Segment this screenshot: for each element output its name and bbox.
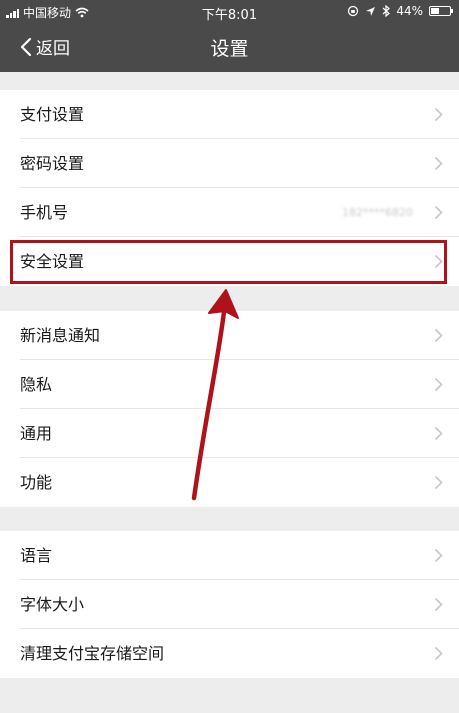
- status-bar: 中国移动 下午8:01 44%: [0, 0, 459, 23]
- settings-item-general[interactable]: 通用: [0, 409, 459, 458]
- chevron-right-icon: [434, 548, 443, 563]
- chevron-right-icon: [434, 328, 443, 343]
- status-right: 44%: [347, 4, 453, 18]
- settings-page: 中国移动 下午8:01 44% 返回 设置 支付设置 密码设置 手机号 182*…: [0, 0, 459, 713]
- location-icon: [366, 6, 376, 16]
- battery-icon: [429, 6, 453, 16]
- settings-item-notifications[interactable]: 新消息通知: [0, 311, 459, 360]
- settings-item-privacy[interactable]: 隐私: [0, 360, 459, 409]
- settings-group-general: 新消息通知 隐私 通用 功能: [0, 311, 459, 507]
- chevron-right-icon: [434, 107, 443, 122]
- chevron-right-icon: [434, 597, 443, 612]
- chevron-right-icon: [434, 205, 443, 220]
- settings-item-label: 通用: [20, 424, 53, 443]
- settings-item-label: 新消息通知: [20, 326, 101, 345]
- settings-item-label: 手机号: [20, 203, 69, 222]
- settings-item-phone[interactable]: 手机号 182****6820: [0, 188, 459, 237]
- settings-item-label: 字体大小: [20, 595, 85, 614]
- settings-group-display: 语言 字体大小 清理支付宝存储空间: [0, 531, 459, 678]
- settings-item-label: 清理支付宝存储空间: [20, 644, 165, 663]
- settings-item-label: 语言: [20, 546, 53, 565]
- settings-item-font-size[interactable]: 字体大小: [0, 580, 459, 629]
- nav-bar: 返回 设置: [0, 22, 459, 72]
- bluetooth-icon: [382, 5, 391, 17]
- settings-item-language[interactable]: 语言: [0, 531, 459, 580]
- orientation-lock-icon: [348, 5, 359, 17]
- settings-item-features[interactable]: 功能: [0, 458, 459, 507]
- settings-item-label: 功能: [20, 473, 53, 492]
- header: 中国移动 下午8:01 44% 返回 设置: [0, 0, 459, 72]
- page-title: 设置: [210, 38, 249, 60]
- settings-item-password[interactable]: 密码设置: [0, 139, 459, 188]
- highlight-box: [10, 240, 447, 284]
- settings-item-label: 密码设置: [20, 154, 85, 173]
- chevron-right-icon: [434, 646, 443, 661]
- settings-item-clear-storage[interactable]: 清理支付宝存储空间: [0, 629, 459, 678]
- chevron-right-icon: [434, 426, 443, 441]
- chevron-right-icon: [434, 377, 443, 392]
- settings-item-payment[interactable]: 支付设置: [0, 90, 459, 139]
- chevron-right-icon: [434, 475, 443, 490]
- phone-number-value: 182****6820: [342, 206, 413, 219]
- chevron-right-icon: [434, 156, 443, 171]
- settings-item-label: 隐私: [20, 375, 53, 394]
- settings-item-label: 支付设置: [20, 105, 85, 124]
- battery-percent: 44%: [396, 4, 423, 18]
